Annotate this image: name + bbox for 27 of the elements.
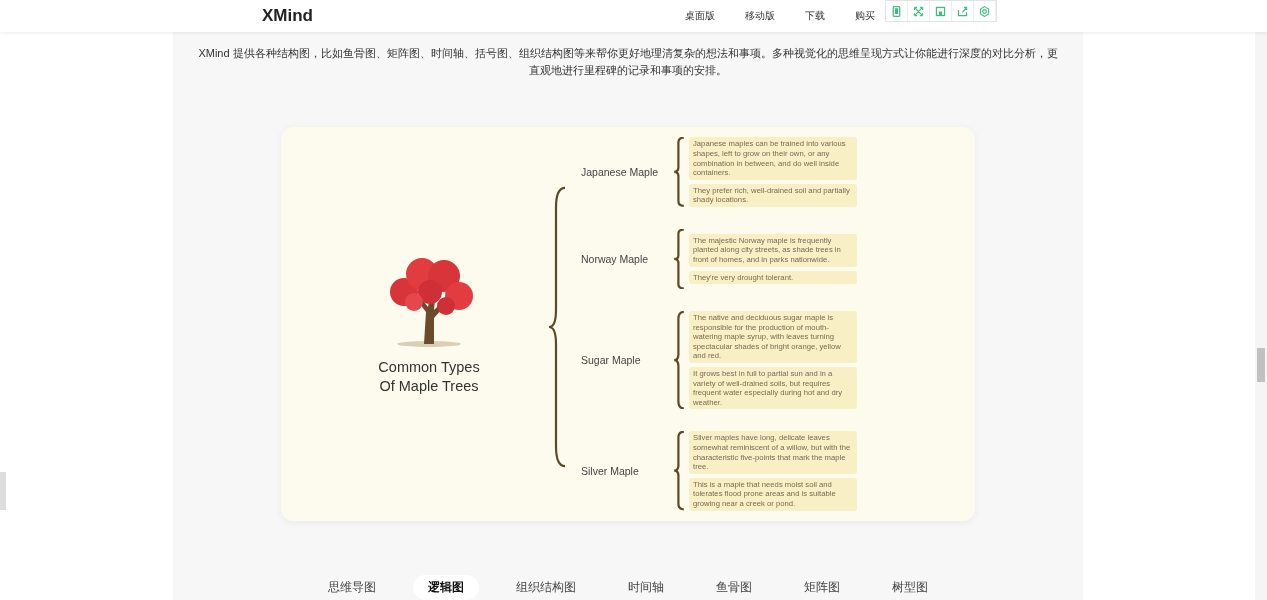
scrollbar-thumb[interactable] (1257, 348, 1265, 382)
side-handle[interactable] (0, 472, 6, 510)
tablet-icon (890, 4, 903, 18)
nav-link[interactable]: 移动版 (745, 9, 775, 23)
topic-brace (673, 137, 685, 208)
branch-topic: Sugar Maple (581, 354, 642, 367)
save-icon (934, 4, 947, 18)
diagram-tab[interactable]: 鱼骨图 (701, 575, 767, 600)
diagram-tab[interactable]: 思维导图 (313, 575, 391, 600)
diagram-tab[interactable]: 组织结构图 (501, 575, 591, 600)
intro-text: XMind 提供各种结构图，比如鱼骨图、矩阵图、时间轴、括号图、组织结构图等来帮你更好地理清复杂的想法和事项。多种视觉化的思维呈现方式让你能进行深度的对比分析，更直观地进行里程碑的记录和事项的安排。 (197, 46, 1059, 78)
branch-topic: Japanese Maple (581, 166, 660, 179)
nav-link[interactable]: 下载 (805, 9, 825, 23)
logo[interactable]: XMind (262, 6, 313, 26)
topic-brace (673, 229, 685, 290)
diagram-tab[interactable]: 逻辑图 (413, 575, 479, 600)
root-topic: Common Types Of Maple Trees (377, 358, 481, 396)
nav-link[interactable]: 桌面版 (685, 9, 715, 23)
expand-icon (912, 4, 925, 18)
share-icon (956, 4, 969, 18)
diagram-tab[interactable]: 矩阵图 (789, 575, 855, 600)
diagram-tab[interactable]: 时间轴 (613, 575, 679, 600)
diagram-tab[interactable]: 树型图 (877, 575, 943, 600)
branch-topic: Norway Maple (581, 253, 650, 266)
settings-icon (978, 4, 991, 18)
nav-link[interactable]: 购买 (855, 9, 875, 23)
branch-topic: Silver Maple (581, 464, 640, 477)
